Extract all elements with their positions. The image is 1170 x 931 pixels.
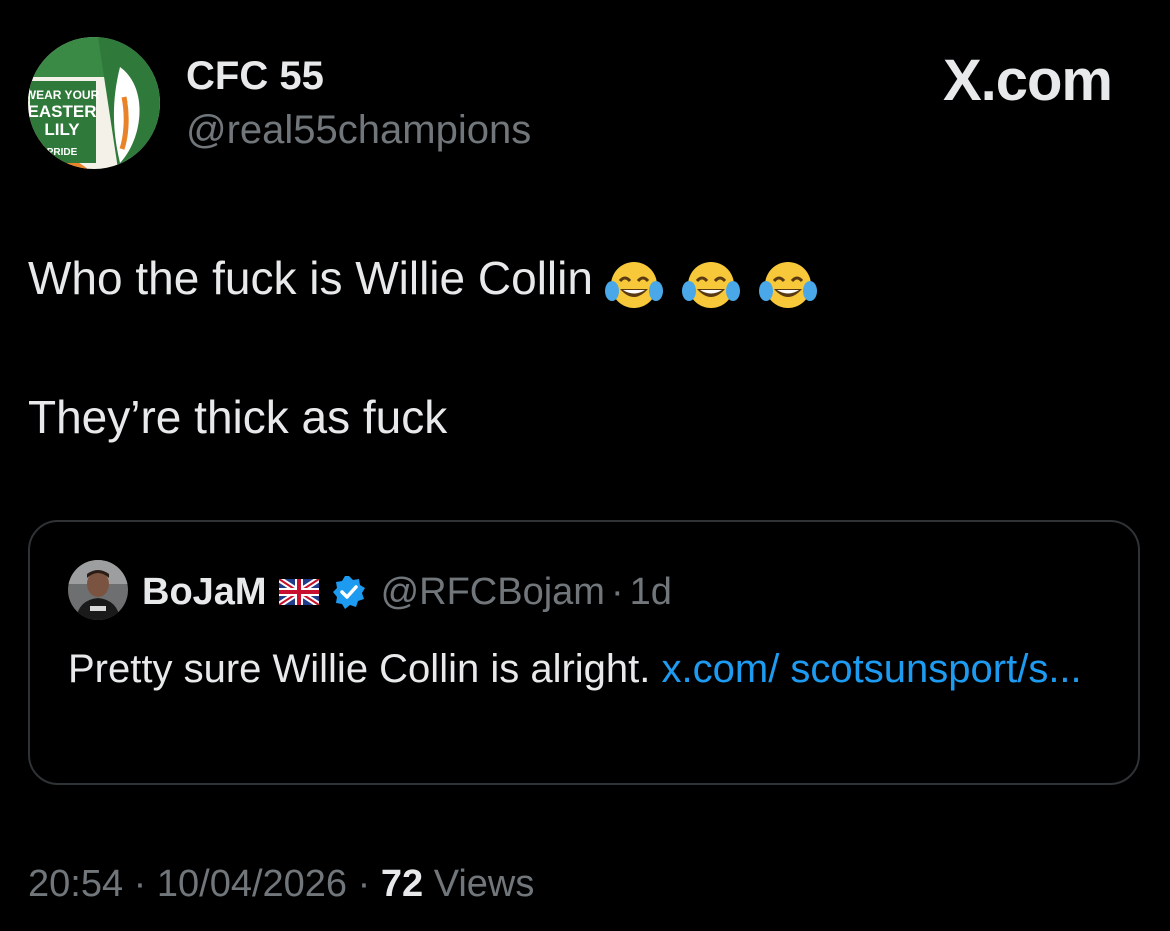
meta-separator: · — [357, 863, 371, 905]
quoted-author-photo — [68, 560, 128, 620]
author-avatar[interactable]: WEAR YOUR EASTER LILY PRIDE — [28, 37, 160, 169]
svg-text:LILY: LILY — [44, 120, 80, 139]
tweet-meta: 20:54 · 10/04/2026 · 72 Views — [28, 860, 534, 908]
quoted-tweet-body: Pretty sure Willie Collin is alright. — [68, 647, 651, 691]
face-with-tears-of-joy-icon — [758, 259, 817, 311]
tweet-text-line-2: They’re thick as fuck — [28, 391, 448, 443]
svg-text:PRIDE: PRIDE — [47, 147, 78, 158]
face-with-tears-of-joy-icon — [681, 259, 740, 311]
x-com-logo: X.com — [942, 48, 1113, 113]
author-handle[interactable]: @real55champions — [186, 106, 531, 154]
easter-lily-avatar-image: WEAR YOUR EASTER LILY PRIDE — [28, 37, 160, 169]
quoted-author-handle[interactable]: @RFCBojam — [381, 569, 605, 615]
tweet-date[interactable]: 10/04/2026 — [157, 863, 347, 905]
views-label: Views — [433, 863, 535, 905]
uk-flag-icon — [278, 579, 319, 605]
quoted-tweet-text: Pretty sure Willie Collin is alright. x.… — [68, 640, 1108, 698]
meta-separator: · — [133, 863, 147, 905]
tweet-time[interactable]: 20:54 — [28, 863, 123, 905]
emoji-row — [604, 253, 823, 311]
quoted-tweet-link[interactable]: x.com/ scotsunsport/s... — [662, 647, 1082, 691]
tweet-text: Who the fuck is Willie Collin — [28, 252, 593, 304]
quoted-tweet-card[interactable]: BoJaM @RFCBojam · 1d Pretty sure Willie … — [28, 520, 1140, 785]
verified-badge-icon[interactable] — [331, 574, 367, 610]
author-display-name[interactable]: CFC 55 — [186, 52, 324, 100]
quoted-author-avatar[interactable] — [68, 560, 128, 620]
header-separator: · — [610, 571, 624, 613]
svg-text:EASTER: EASTER — [28, 102, 96, 121]
views-count[interactable]: 72 — [381, 863, 423, 905]
face-with-tears-of-joy-icon — [604, 259, 663, 311]
quoted-tweet-time[interactable]: 1d — [630, 569, 672, 615]
quoted-tweet-header: BoJaM @RFCBojam · 1d — [142, 568, 672, 616]
quoted-author-name[interactable]: BoJaM — [142, 569, 267, 615]
svg-text:WEAR YOUR: WEAR YOUR — [28, 88, 100, 102]
tweet-text-line-1: Who the fuck is Willie Collin — [28, 250, 823, 311]
